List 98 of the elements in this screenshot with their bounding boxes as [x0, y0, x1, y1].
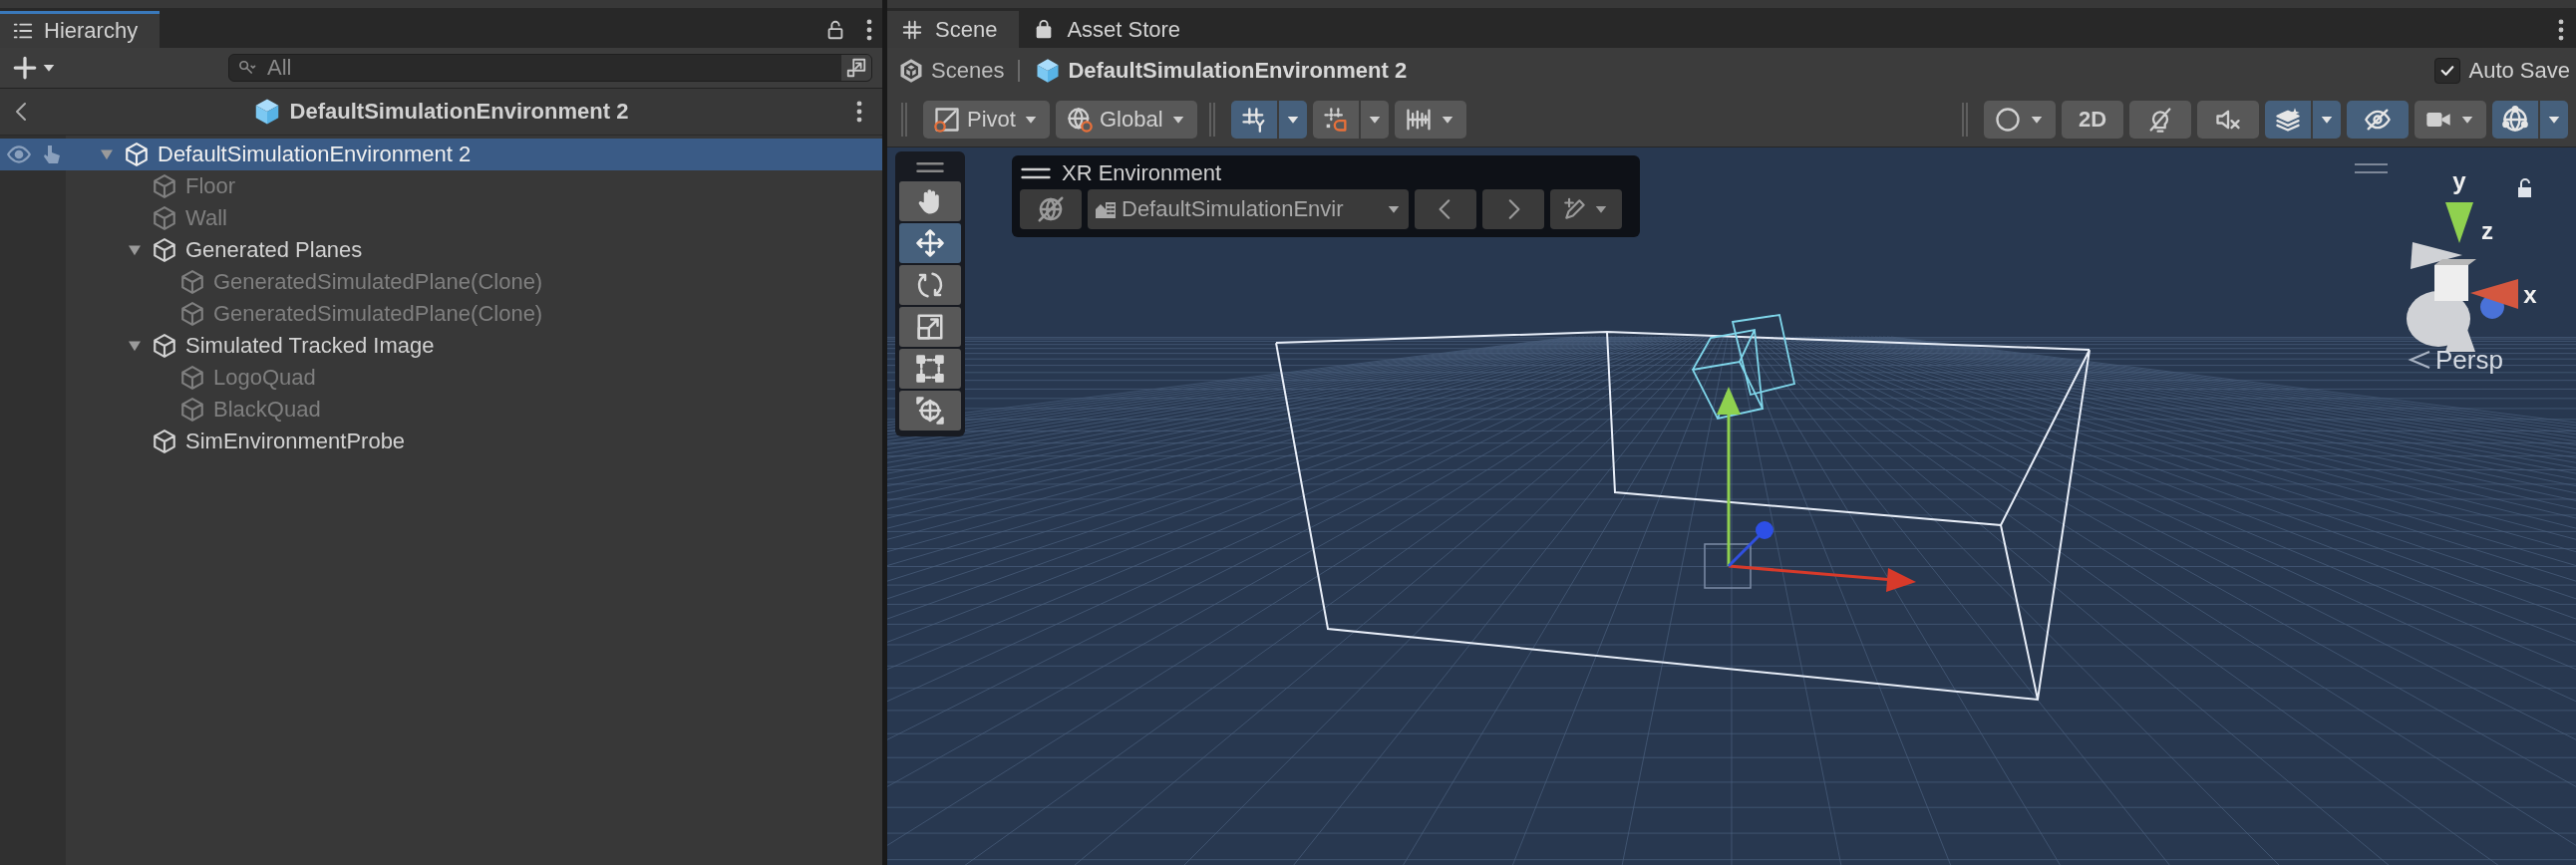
search-window-button[interactable] — [841, 55, 871, 81]
toolbar-grip[interactable] — [1208, 103, 1215, 137]
prefab-title: DefaultSimulationEnvironment 2 — [289, 99, 629, 125]
hierarchy-item[interactable]: DefaultSimulationEnvironment 2 — [0, 139, 882, 170]
global-dropdown[interactable]: Global — [1055, 101, 1197, 139]
axis-label: x — [2523, 281, 2537, 308]
rotate-icon — [915, 270, 945, 300]
grid-snapping-button[interactable] — [1230, 101, 1277, 139]
projection-label[interactable]: Persp — [2435, 345, 2503, 375]
overlay-title: XR Environment — [1062, 160, 1222, 186]
cube-icon — [152, 429, 177, 454]
scale-icon — [915, 312, 945, 342]
effects-button[interactable] — [2265, 101, 2311, 139]
lighting-toggle[interactable] — [2129, 101, 2191, 139]
shading-icon — [1994, 106, 2022, 134]
item-label: Wall — [185, 205, 227, 231]
checkbox[interactable] — [2434, 57, 2461, 84]
move-icon — [915, 228, 945, 258]
auto-save-label: Auto Save — [2468, 57, 2570, 84]
visibility-icon — [2364, 106, 2392, 134]
more-icon[interactable] — [856, 101, 862, 123]
drag-handle-icon[interactable] — [2354, 163, 2389, 173]
axis-cone[interactable] — [2470, 279, 2518, 309]
auto-save-checkbox[interactable]: Auto Save — [2434, 57, 2570, 84]
snap-increment-button[interactable] — [1312, 101, 1359, 139]
hierarchy-item[interactable]: Generated Planes — [0, 234, 882, 266]
gizmos-button[interactable] — [2492, 101, 2538, 139]
item-label: Floor — [185, 173, 236, 199]
item-label: GeneratedSimulatedPlane(Clone) — [213, 269, 543, 295]
scene-tab[interactable]: Asset Store — [1019, 11, 1203, 48]
hand-tool-button[interactable] — [899, 181, 961, 221]
more-icon[interactable] — [2558, 18, 2564, 41]
axis-cone[interactable] — [2445, 202, 2473, 243]
dropdown-button[interactable] — [2540, 101, 2568, 139]
dropdown-button[interactable] — [1278, 101, 1307, 139]
orientation-gizmo-drawing[interactable] — [2407, 242, 2476, 352]
lighting-icon — [2146, 106, 2174, 134]
cube-icon — [179, 397, 205, 423]
rotate-tool-button[interactable] — [899, 265, 961, 305]
cube-icon — [152, 333, 177, 359]
breadcrumb-link[interactable]: Scenes — [897, 56, 1005, 85]
dropdown-button[interactable] — [2313, 101, 2341, 139]
edit-dropdown[interactable] — [1550, 189, 1622, 229]
hierarchy-tab[interactable]: Hierarchy — [0, 11, 161, 48]
scale-tool-button[interactable] — [899, 307, 961, 347]
move-gizmo[interactable] — [1717, 387, 1916, 592]
cube-icon — [179, 301, 205, 327]
cube-icon — [152, 205, 177, 231]
grid-icon — [901, 18, 923, 41]
cube-icon — [152, 237, 177, 263]
move-tool-button[interactable] — [899, 223, 961, 263]
dropdown-button[interactable] — [1360, 101, 1389, 139]
pencil-icon — [1562, 196, 1588, 222]
globe-off-icon — [1036, 194, 1066, 224]
camera-dropdown[interactable] — [2415, 101, 2486, 139]
item-label: Generated Planes — [185, 237, 363, 263]
item-label: Simulated Tracked Image — [185, 333, 435, 359]
pivot-icon — [933, 106, 961, 134]
cube-icon — [124, 142, 150, 167]
toolbar-grip[interactable] — [1962, 103, 1968, 137]
plus-icon — [12, 55, 38, 81]
lock-icon[interactable] — [2518, 178, 2531, 197]
hierarchy-item[interactable]: Simulated Tracked Image — [0, 330, 882, 362]
cube-icon — [179, 365, 205, 391]
scene-tab[interactable]: Scene — [887, 11, 1020, 48]
visibility-toggle[interactable] — [2347, 101, 2409, 139]
hierarchy-item[interactable]: SimEnvironmentProbe — [0, 426, 882, 457]
toolbar-grip[interactable] — [901, 103, 907, 137]
item-label: LogoQuad — [213, 365, 316, 391]
more-icon[interactable] — [866, 18, 872, 41]
cube-icon — [179, 269, 205, 295]
item-label: SimEnvironmentProbe — [185, 429, 406, 454]
item-label: GeneratedSimulatedPlane(Clone) — [213, 301, 543, 327]
environment-dropdown[interactable]: DefaultSimulationEnvir — [1088, 189, 1409, 229]
wireframe-box[interactable] — [1275, 331, 2091, 702]
gizmos-icon — [2501, 106, 2529, 134]
cube-icon — [152, 173, 177, 199]
snap-icon — [1321, 106, 1350, 134]
increment-snap-dropdown[interactable] — [1394, 101, 1466, 139]
axis-label: y — [2452, 167, 2466, 194]
axis-label: z — [2481, 217, 2493, 244]
transform-tool-button[interactable] — [899, 391, 961, 431]
2d-toggle[interactable]: 2D — [2062, 101, 2123, 139]
breadcrumb-link[interactable]: DefaultSimulationEnvironment 2 — [1034, 56, 1408, 85]
cube-wireframe[interactable] — [1692, 314, 1796, 420]
item-label: DefaultSimulationEnvironment 2 — [158, 142, 472, 167]
pivot-square — [1704, 543, 1752, 589]
environment-toggle[interactable] — [1020, 189, 1082, 229]
chevron-icon — [2408, 351, 2430, 369]
transform-icon — [915, 396, 945, 426]
rect-tool-button[interactable] — [899, 349, 961, 389]
globe-icon — [1065, 106, 1094, 134]
audio-toggle[interactable] — [2197, 101, 2259, 139]
shading-mode-dropdown[interactable] — [1984, 101, 2056, 139]
popout-icon — [845, 57, 867, 79]
rect-icon — [915, 354, 945, 384]
item-label: BlackQuad — [213, 397, 321, 423]
pivot-dropdown[interactable]: Pivot — [923, 101, 1050, 139]
